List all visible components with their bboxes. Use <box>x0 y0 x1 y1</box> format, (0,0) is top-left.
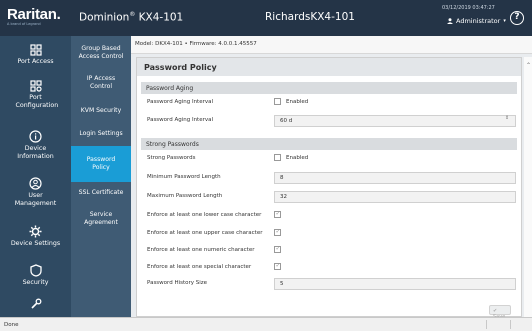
status-bar: Done <box>0 317 532 331</box>
numeric-checkbox[interactable] <box>274 245 281 253</box>
nav-port-configuration[interactable]: Port Configuration <box>0 80 71 110</box>
submenu-group-based-access-control[interactable]: Group Based Access Control <box>71 40 131 66</box>
product-name: Dominion® KX4-101 <box>79 11 184 24</box>
left-nav: Port Access Port Configuration Device In… <box>0 36 71 317</box>
shield-icon <box>29 264 42 277</box>
submenu-ip-access-control[interactable]: IP Access Control <box>71 70 131 96</box>
user-name: Administrator <box>456 17 501 25</box>
section-strong-passwords: Strong Passwords <box>141 138 517 150</box>
row-minimum-length: Minimum Password Length 8 <box>141 170 517 186</box>
model-firmware-info: Model: DKX4-101 • Firmware: 4.0.0.1.4555… <box>131 36 532 54</box>
nav-port-access[interactable]: Port Access <box>0 44 71 66</box>
chevron-down-icon: ▾ <box>503 18 506 24</box>
row-password-aging-enabled: Password Aging Interval Enabled <box>147 98 309 105</box>
nav-device-information[interactable]: Device Information <box>0 130 71 161</box>
row-maximum-length: Maximum Password Length 32 <box>141 189 517 205</box>
nav-maintenance[interactable] <box>0 298 71 312</box>
submenu-kvm-security[interactable]: KVM Security <box>71 100 131 122</box>
help-icon[interactable]: ? <box>510 11 524 25</box>
row-lower-case: Enforce at least one lower case characte… <box>141 208 517 224</box>
nav-device-settings[interactable]: Device Settings <box>0 225 71 248</box>
stepper-icon[interactable]: ⇕ <box>505 115 509 121</box>
save-button[interactable]: ✔ Save <box>489 305 511 320</box>
history-size-input[interactable]: 5 <box>274 278 516 290</box>
gear-icon <box>29 225 42 238</box>
info-icon <box>29 130 42 143</box>
submenu-service-agreement[interactable]: Service Agreement <box>71 204 131 234</box>
row-special: Enforce at least one special character <box>141 260 517 276</box>
upper-case-checkbox[interactable] <box>274 228 281 236</box>
strong-passwords-enabled-checkbox[interactable] <box>274 154 281 161</box>
top-header: Raritan. A brand of Legrand Dominion® KX… <box>0 0 532 36</box>
password-aging-enabled-checkbox[interactable] <box>274 98 281 105</box>
port-configuration-icon <box>29 80 42 92</box>
row-strong-passwords: Strong Passwords Enabled <box>147 154 309 161</box>
app-window: Raritan. A brand of Legrand Dominion® KX… <box>0 0 532 331</box>
lower-case-checkbox[interactable] <box>274 210 281 218</box>
row-numeric: Enforce at least one numeric character <box>141 243 517 259</box>
user-icon <box>29 177 42 190</box>
scroll-up-icon[interactable]: ⌃ <box>526 62 531 69</box>
special-checkbox[interactable] <box>274 262 281 270</box>
status-text: Done <box>4 322 19 328</box>
status-divider <box>510 320 511 329</box>
user-icon <box>447 18 453 24</box>
row-password-aging-interval: Password Aging Interval 60 d ⇕ <box>141 113 517 129</box>
submenu-password-policy[interactable]: Password Policy <box>71 146 131 182</box>
submenu-ssl-certificate[interactable]: SSL Certificate <box>71 182 131 204</box>
status-divider <box>486 320 487 329</box>
nav-security[interactable]: Security <box>0 264 71 287</box>
nav-user-management[interactable]: User Management <box>0 177 71 208</box>
port-access-icon <box>29 44 42 56</box>
security-submenu: Group Based Access Control IP Access Con… <box>71 36 131 317</box>
section-password-aging: Password Aging <box>141 82 517 94</box>
device-name: RichardsKX4-101 <box>265 11 355 23</box>
scrollbar[interactable] <box>524 57 532 317</box>
wrench-icon <box>30 298 41 309</box>
user-menu[interactable]: Administrator ▾ <box>447 17 506 25</box>
raritan-logo[interactable]: Raritan. A brand of Legrand <box>7 6 61 26</box>
row-upper-case: Enforce at least one upper case characte… <box>141 226 517 242</box>
maximum-length-input[interactable]: 32 <box>274 191 516 203</box>
panel-title: Password Policy <box>137 58 521 76</box>
datetime: 03/12/2019 03:47:27 <box>442 5 495 11</box>
minimum-length-input[interactable]: 8 <box>274 172 516 184</box>
password-aging-interval-input[interactable]: 60 d <box>274 115 516 127</box>
row-history-size: Password History Size 5 <box>141 276 517 292</box>
submenu-login-settings[interactable]: Login Settings <box>71 123 131 145</box>
